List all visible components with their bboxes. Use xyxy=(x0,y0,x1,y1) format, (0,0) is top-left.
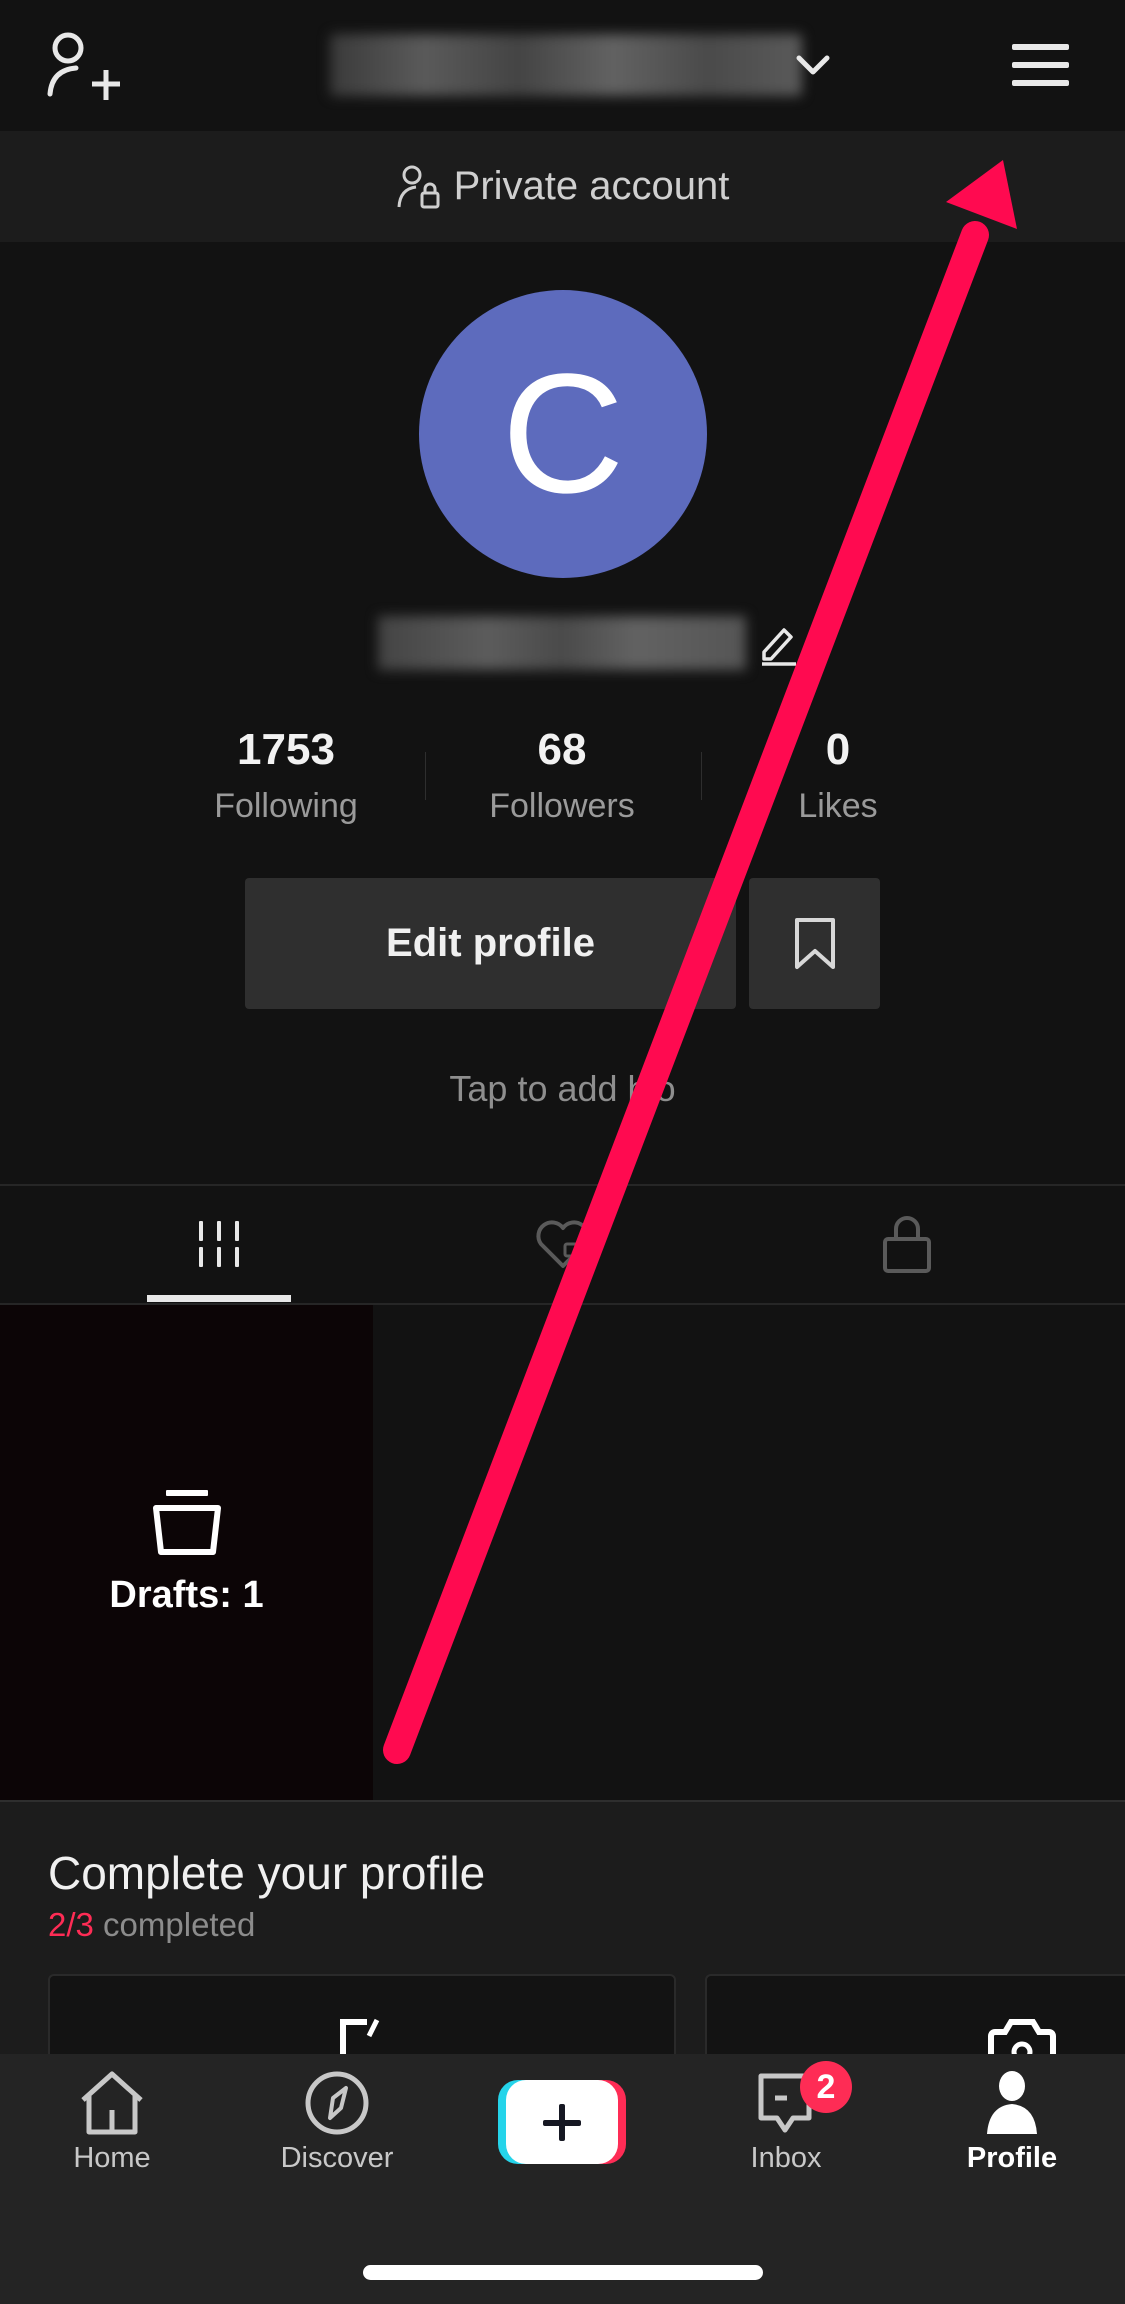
progress-count: 2/3 xyxy=(48,1906,94,1943)
stat-divider xyxy=(701,752,702,800)
following-label: Following xyxy=(214,787,358,825)
nav-inbox-label: Inbox xyxy=(750,2142,822,2174)
profile-person-icon xyxy=(987,2071,1037,2134)
grid-bars-icon xyxy=(198,1221,239,1267)
private-account-label: Private account xyxy=(453,164,730,208)
drafts-label: Drafts: 1 xyxy=(109,1574,264,1616)
private-account-banner: Private account xyxy=(0,131,1125,242)
stat-divider xyxy=(425,752,426,800)
complete-profile-progress: 2/3 completed xyxy=(48,1906,255,1944)
hamburger-icon xyxy=(1012,44,1069,86)
active-tab-indicator xyxy=(147,1295,291,1302)
add-friend-button[interactable] xyxy=(44,30,124,102)
lock-icon xyxy=(882,1216,931,1273)
account-name-redacted: Cassandra McBride xyxy=(330,34,802,96)
username-redacted: @user123456789 xyxy=(378,616,746,670)
pencil-icon xyxy=(762,628,796,666)
tab-videos[interactable] xyxy=(31,1186,406,1302)
tab-private[interactable] xyxy=(719,1186,1094,1302)
nav-profile[interactable]: Profile xyxy=(922,2070,1102,2200)
likes-label: Likes xyxy=(798,787,878,825)
plus-icon xyxy=(498,2080,626,2164)
compass-icon xyxy=(305,2071,369,2135)
stat-following[interactable]: 1753 Following xyxy=(166,718,406,830)
menu-button[interactable] xyxy=(1010,42,1072,90)
followers-count: 68 xyxy=(537,725,587,774)
progress-suffix: completed xyxy=(103,1906,256,1943)
following-count: 1753 xyxy=(237,725,335,774)
nav-discover-label: Discover xyxy=(280,2142,394,2174)
account-switcher[interactable]: Cassandra McBride xyxy=(330,34,850,96)
followers-label: Followers xyxy=(489,787,635,825)
username: @user123456789 xyxy=(378,612,758,674)
edit-username-button[interactable] xyxy=(758,622,798,666)
edit-profile-button[interactable]: Edit profile xyxy=(245,878,736,1009)
bookmark-icon xyxy=(794,917,835,969)
inbox-badge: 2 xyxy=(800,2061,852,2113)
drafts-tile[interactable]: Drafts: 1 xyxy=(0,1305,373,1800)
user-lock-icon xyxy=(397,165,440,208)
tab-liked[interactable] xyxy=(375,1186,750,1302)
home-icon xyxy=(81,2071,143,2135)
complete-profile-title: Complete your profile xyxy=(48,1847,486,1899)
create-button[interactable] xyxy=(498,2080,626,2164)
favorites-button[interactable] xyxy=(749,878,880,1009)
nav-profile-label: Profile xyxy=(966,2142,1058,2174)
avatar-initial: C xyxy=(501,339,625,529)
stat-likes[interactable]: 0 Likes xyxy=(718,718,958,830)
heart-lock-icon xyxy=(535,1220,590,1268)
chevron-down-icon[interactable] xyxy=(796,54,830,78)
home-indicator[interactable] xyxy=(363,2265,763,2280)
avatar[interactable]: C xyxy=(419,290,707,578)
nav-home[interactable]: Home xyxy=(22,2070,202,2200)
likes-count: 0 xyxy=(825,725,851,774)
add-bio-link[interactable]: Tap to add bio xyxy=(0,1068,1125,1110)
nav-home-label: Home xyxy=(73,2142,151,2174)
nav-discover[interactable]: Discover xyxy=(247,2070,427,2200)
drafts-box-icon xyxy=(152,1490,221,1555)
add-user-icon xyxy=(47,32,120,100)
stat-followers[interactable]: 68 Followers xyxy=(442,718,682,830)
